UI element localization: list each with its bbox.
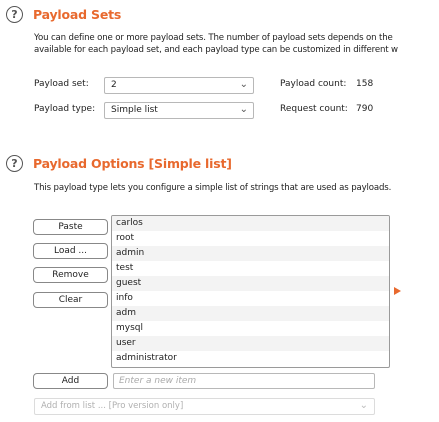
payload-sets-description-1: You can define one or more payload sets.…: [34, 33, 393, 43]
add-from-list-select: Add from list ... [Pro version only] ⌄: [34, 398, 375, 415]
paste-button[interactable]: Paste: [33, 219, 108, 235]
list-item[interactable]: adm: [112, 306, 389, 321]
list-item[interactable]: administrator: [112, 351, 389, 366]
request-count-value: 790: [356, 104, 374, 114]
list-item[interactable]: test: [112, 261, 389, 276]
help-icon[interactable]: ?: [6, 6, 23, 23]
load-button[interactable]: Load ...: [33, 243, 108, 259]
payload-sets-header: ? Payload Sets: [6, 6, 121, 23]
request-count-label: Request count:: [280, 104, 348, 114]
list-item[interactable]: root: [112, 231, 389, 246]
payload-count-value: 158: [356, 79, 374, 89]
list-item[interactable]: carlos: [112, 216, 389, 231]
payload-type-label: Payload type:: [34, 104, 96, 114]
new-item-input[interactable]: Enter a new item: [113, 373, 375, 389]
triangle-right-icon: [394, 287, 401, 295]
payload-options-title: Payload Options [Simple list]: [33, 156, 232, 171]
add-from-list-label: Add from list ... [Pro version only]: [41, 401, 184, 411]
payload-sets-title: Payload Sets: [33, 7, 122, 22]
clear-button[interactable]: Clear: [33, 292, 108, 308]
help-icon[interactable]: ?: [6, 155, 23, 172]
add-button[interactable]: Add: [33, 373, 108, 389]
list-item[interactable]: admin: [112, 246, 389, 261]
chevron-down-icon: ⌄: [239, 104, 248, 115]
chevron-down-icon: ⌄: [359, 400, 368, 411]
list-item[interactable]: user: [112, 336, 389, 351]
payload-count-label: Payload count:: [280, 79, 347, 89]
payload-options-description: This payload type lets you configure a s…: [34, 183, 392, 193]
payload-type-value: Simple list: [111, 105, 158, 115]
payload-set-value: 2: [111, 80, 117, 90]
remove-button[interactable]: Remove: [33, 267, 108, 283]
payload-set-select[interactable]: 2 ⌄: [104, 77, 254, 94]
chevron-down-icon: ⌄: [239, 79, 248, 90]
payload-set-label: Payload set:: [34, 79, 89, 89]
payload-type-select[interactable]: Simple list ⌄: [104, 102, 254, 119]
payload-list[interactable]: carlos root admin test guest info adm my…: [111, 215, 390, 368]
payload-sets-description-2: available for each payload set, and each…: [34, 45, 398, 55]
list-item[interactable]: mysql: [112, 321, 389, 336]
list-item[interactable]: info: [112, 291, 389, 306]
list-item[interactable]: guest: [112, 276, 389, 291]
payload-options-header: ? Payload Options [Simple list]: [6, 155, 232, 172]
